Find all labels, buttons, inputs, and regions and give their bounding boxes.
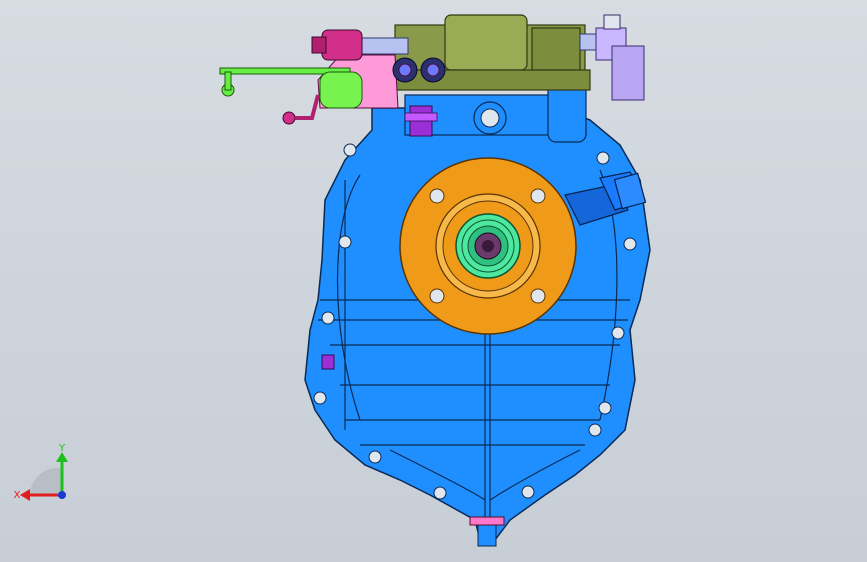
actuator-rod [359, 37, 409, 55]
control-lever [219, 67, 363, 109]
drain-plug [469, 516, 505, 526]
ball-joint [282, 94, 320, 125]
y-axis-label: Y [58, 443, 66, 454]
side-plug [321, 354, 335, 370]
actuator-cylinder [311, 29, 363, 61]
top-valve-block [389, 14, 591, 91]
x-axis-label: X [14, 490, 21, 501]
gearbox-model[interactable] [0, 0, 867, 562]
cad-viewport[interactable]: Y X [0, 0, 867, 562]
axis-triad-icon: Y X [14, 443, 68, 501]
right-bracket [595, 14, 645, 101]
